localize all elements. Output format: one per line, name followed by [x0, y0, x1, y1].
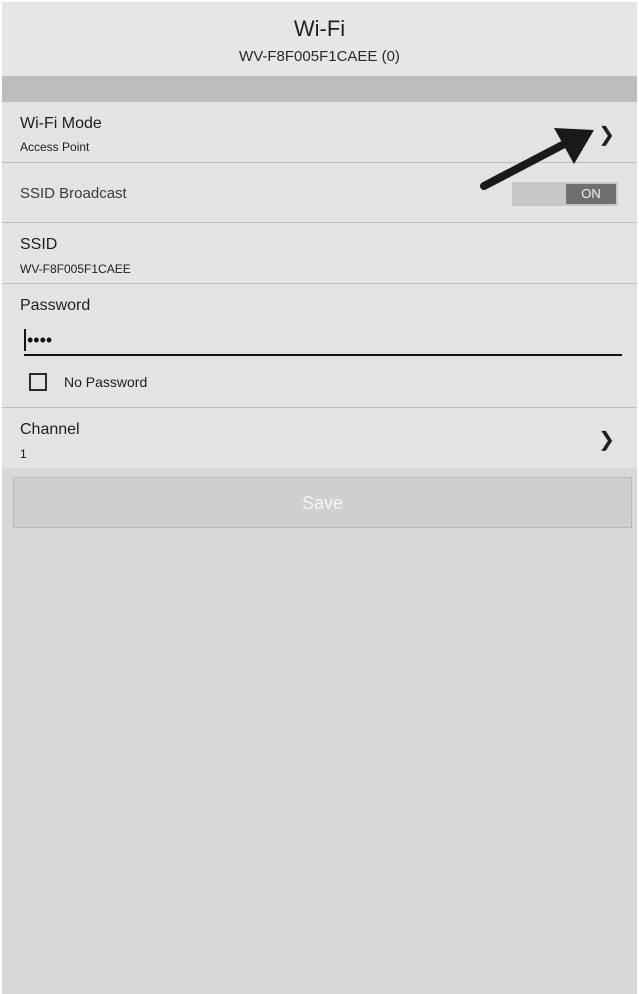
wifi-mode-value: Access Point	[20, 140, 90, 154]
save-button[interactable]: Save	[13, 477, 632, 528]
password-masked-value: ••••	[27, 330, 53, 350]
arrow-pointer-icon	[480, 128, 594, 190]
channel-label: Channel	[20, 421, 80, 438]
channel-row[interactable]: Channel 1 ❯	[2, 408, 637, 468]
no-password-label[interactable]: No Password	[64, 374, 147, 390]
wifi-mode-label: Wi-Fi Mode	[20, 115, 102, 132]
page-title: Wi-Fi	[293, 16, 346, 41]
password-input[interactable]: ••••	[24, 328, 622, 356]
section-divider	[2, 76, 637, 102]
app-frame: Wi-Fi WV-F8F005F1CAEE (0) Wi-Fi Mode Acc…	[0, 0, 639, 994]
device-subtitle: WV-F8F005F1CAEE (0)	[239, 48, 400, 65]
ssid-value: WV-F8F005F1CAEE	[20, 262, 131, 276]
password-label: Password	[20, 297, 91, 314]
ssid-label: SSID	[20, 236, 58, 253]
text-cursor	[24, 329, 26, 351]
no-password-checkbox[interactable]	[29, 373, 47, 391]
page-header: Wi-Fi WV-F8F005F1CAEE (0)	[2, 2, 637, 76]
ssid-row[interactable]: SSID WV-F8F005F1CAEE	[2, 223, 637, 284]
password-row: Password •••• No Password	[2, 284, 637, 408]
chevron-right-icon[interactable]: ❯	[598, 427, 615, 452]
channel-value: 1	[20, 447, 27, 461]
ssid-broadcast-label: SSID Broadcast	[20, 185, 127, 202]
